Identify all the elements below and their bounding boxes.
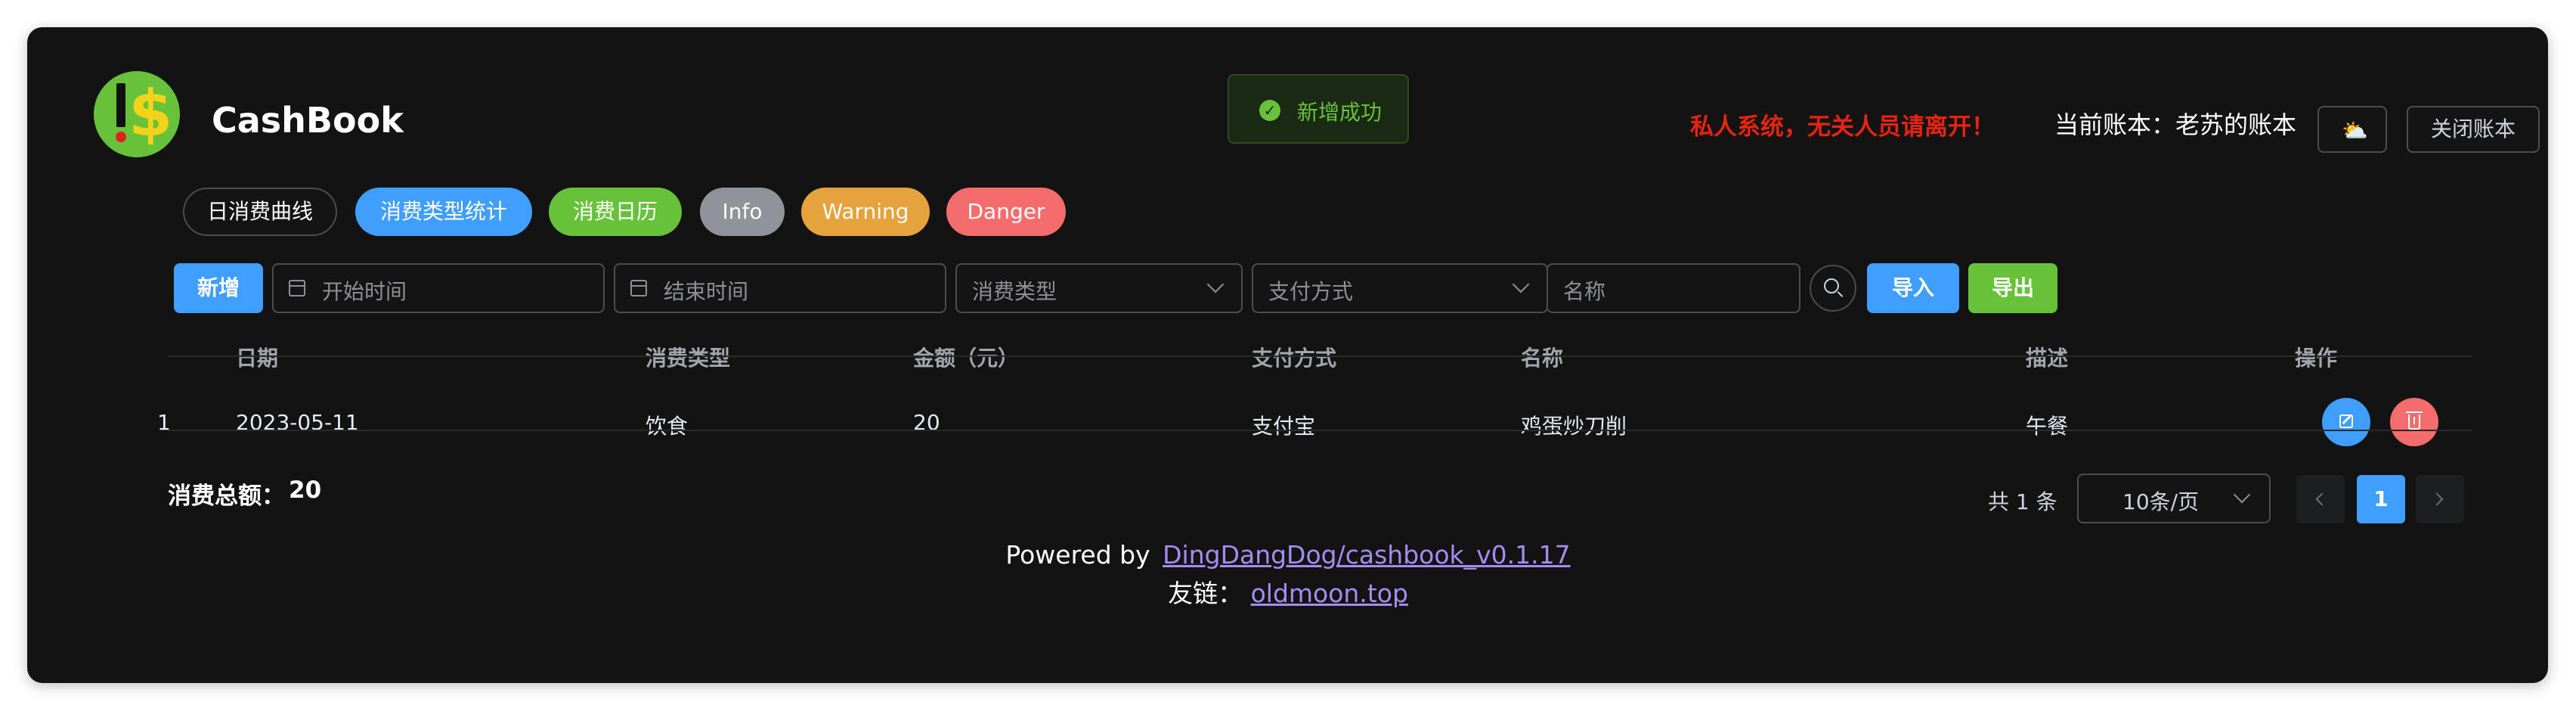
edit-button[interactable] [2322,398,2370,446]
close-account-button[interactable]: 关闭账本 [2407,106,2540,153]
type-stats-button[interactable]: 消费类型统计 [355,188,532,236]
calendar-icon [289,280,305,297]
danger-button[interactable]: Danger [946,188,1066,236]
chevron-down-icon [1512,275,1530,293]
col-amount: 金额（元） [913,346,1020,371]
chevron-left-icon [2315,492,2329,506]
row-type: 饮食 [646,414,689,439]
import-button[interactable]: 导入 [1867,263,1959,313]
calendar-icon [630,280,647,297]
table-divider [168,430,2472,431]
trash-icon [2406,411,2423,430]
footer-powered: Powered by DingDangDog/cashbook_v0.1.17 [0,540,2576,570]
name-placeholder: 名称 [1563,279,1606,304]
row-name: 鸡蛋炒刀削 [1521,414,1627,439]
cashbook-logo: $ [94,71,180,157]
col-name: 名称 [1521,346,1564,371]
start-date-placeholder: 开始时间 [322,279,407,304]
chevron-down-icon [2233,486,2251,504]
total-value: 20 [289,477,322,504]
private-warning: 私人系统，无关人员请离开！ [1690,113,1995,141]
page-size-select[interactable]: 10条/页 [2077,473,2271,523]
col-actions: 操作 [2295,346,2338,371]
info-button[interactable]: Info [700,188,785,236]
friend-link[interactable]: oldmoon.top [1251,579,1408,608]
start-date-input[interactable]: 开始时间 [272,263,605,313]
friend-prefix: 友链： [1168,579,1243,608]
name-input[interactable]: 名称 [1547,263,1800,313]
app-title: CashBook [212,100,404,141]
export-button[interactable]: 导出 [1968,263,2057,313]
col-type: 消费类型 [646,346,731,371]
check-circle-icon: ✓ [1259,100,1280,121]
repo-link[interactable]: DingDangDog/cashbook_v0.1.17 [1163,540,1571,570]
end-date-input[interactable]: 结束时间 [614,263,946,313]
row-desc: 午餐 [2026,414,2069,439]
end-date-placeholder: 结束时间 [664,279,749,304]
payment-select[interactable]: 支付方式 [1252,263,1548,313]
col-date: 日期 [236,346,279,371]
total-label: 消费总额： [168,483,285,510]
row-amount: 20 [913,410,940,435]
row-index: 1 [157,410,171,435]
success-toast: ✓ 新增成功 [1228,74,1409,144]
cloud-sun-icon: ⛅ [2342,118,2368,143]
footer-friends: 友链： oldmoon.top [0,573,2576,610]
powered-prefix: Powered by [1005,540,1150,570]
page-1-button[interactable]: 1 [2357,475,2405,523]
col-payment: 支付方式 [1252,346,1337,371]
toast-message: 新增成功 [1297,100,1382,125]
chevron-right-icon [2430,492,2444,506]
payment-placeholder: 支付方式 [1268,279,1354,304]
calendar-button[interactable]: 消费日历 [549,188,682,236]
type-placeholder: 消费类型 [972,279,1057,304]
chevron-down-icon [1206,275,1225,293]
theme-toggle-button[interactable]: ⛅ [2317,106,2387,153]
current-account-label: 当前账本： [2054,110,2176,139]
row-date: 2023-05-11 [236,410,359,435]
add-button[interactable]: 新增 [174,263,263,313]
type-select[interactable]: 消费类型 [955,263,1243,313]
delete-button[interactable] [2390,398,2438,446]
search-button[interactable] [1810,265,1856,312]
next-page-button[interactable] [2416,475,2464,523]
row-payment: 支付宝 [1252,414,1316,439]
daily-curve-button[interactable]: 日消费曲线 [183,188,337,236]
col-desc: 描述 [2026,346,2069,371]
table-divider [168,356,2472,357]
current-account-name: 老苏的账本 [2175,110,2297,139]
prev-page-button[interactable] [2296,475,2345,523]
edit-icon [2339,414,2353,428]
page-size-value: 10条/页 [2122,489,2200,514]
search-icon [1824,278,1839,293]
pagination-total: 共 1 条 [1988,489,2057,514]
warning-button[interactable]: Warning [801,188,930,236]
